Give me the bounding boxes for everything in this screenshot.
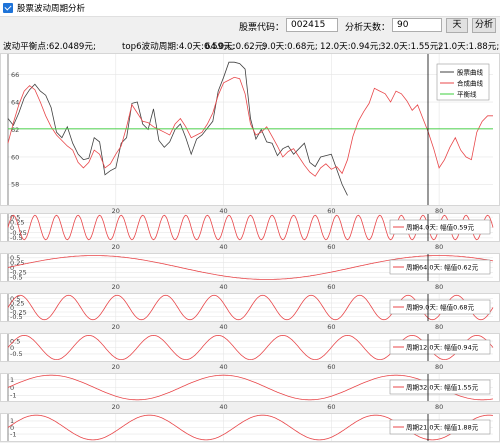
x-tick-label: 80 — [435, 283, 443, 291]
y-tick-label: -1 — [10, 430, 16, 438]
legend-label: 周期12.0天: 幅值0.94元 — [406, 343, 479, 352]
legend-label: 股票曲线 — [457, 67, 484, 76]
legend-label: 周期32.0天: 幅值1.55元 — [406, 383, 479, 392]
y-tick-label: 64 — [11, 98, 19, 106]
legend-label: 周期64.0天: 幅值0.62元 — [406, 263, 479, 272]
x-tick-label: 20 — [112, 403, 120, 411]
x-tick-label: 80 — [435, 323, 443, 331]
legend-label: 平衡线 — [457, 89, 477, 98]
x-tick-label: 40 — [219, 323, 227, 331]
y-tick-label: -0.5 — [10, 313, 23, 321]
x-tick-label: 60 — [327, 323, 335, 331]
x-tick-label: 60 — [327, 243, 335, 251]
chart-panel-0: 586062646620 40 60 80股票曲线合成曲线平衡线 — [0, 53, 500, 215]
y-tick-label: 60 — [11, 153, 19, 161]
x-tick-label: 80 — [435, 243, 443, 251]
legend-label: 合成曲线 — [457, 78, 484, 87]
chart-panel-2: 0.50.250-0.25-0.520 40 60 80周期64.0天: 幅值0.62… — [0, 253, 500, 291]
y-tick-label: 58 — [11, 181, 19, 189]
x-tick-label: 20 — [112, 363, 120, 371]
y-tick-label: -0.5 — [10, 273, 23, 281]
x-tick-label: 40 — [219, 363, 227, 371]
x-tick-label: 20 — [112, 323, 120, 331]
chart-panel-5: 10-120 40 60 80周期32.0天: 幅值1.55元 — [0, 373, 500, 411]
x-tick-label: 40 — [219, 403, 227, 411]
chart-panel-6: 10-120406080周期21.0天: 幅值1.88元 — [0, 413, 500, 442]
x-tick-label: 20 — [112, 243, 120, 251]
y-tick-label: 1 — [10, 376, 14, 384]
legend-label: 周期4.0天: 幅值0.59元 — [406, 223, 475, 232]
y-tick-label: -1 — [10, 392, 16, 400]
x-tick-label: 60 — [327, 363, 335, 371]
x-tick-label: 60 — [327, 283, 335, 291]
y-tick-label: -0.5 — [10, 350, 23, 358]
y-tick-label: 66 — [11, 71, 19, 79]
x-tick-label: 40 — [219, 283, 227, 291]
charts-canvas: 586062646620 40 60 80股票曲线合成曲线平衡线0.50.250-0.… — [0, 53, 500, 442]
x-tick-label: 20 — [112, 283, 120, 291]
x-tick-label: 60 — [327, 403, 335, 411]
legend-label: 周期9.0天: 幅值0.68元 — [406, 303, 475, 312]
chart-panel-1: 0.50.250-0.25-0.520 40 60 80周期4.0天: 幅值0.59元 — [0, 213, 500, 251]
chart-panel-3: 0.50.250-0.25-0.520 40 60 80周期9.0天: 幅值0.68元 — [0, 293, 500, 331]
x-tick-label: 80 — [435, 403, 443, 411]
legend-label: 周期21.0天: 幅值1.88元 — [406, 423, 479, 432]
x-tick-label: 40 — [219, 243, 227, 251]
chart-panel-4: 0.50-0.520 40 60 80周期12.0天: 幅值0.94元 — [0, 333, 500, 371]
y-tick-label: -0.5 — [10, 234, 23, 242]
x-tick-label: 80 — [435, 363, 443, 371]
